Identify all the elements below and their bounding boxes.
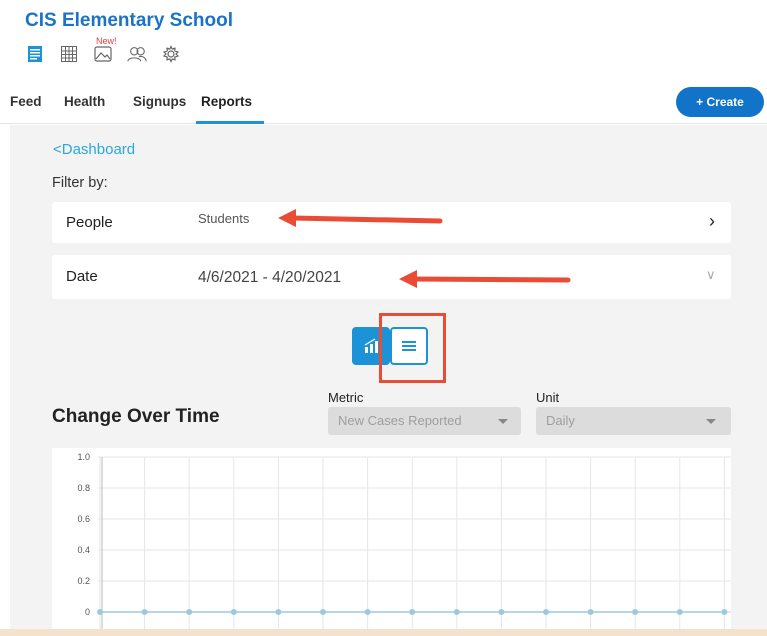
y-tick-label: 0 [85,607,90,617]
tab-signups[interactable]: Signups [133,94,186,109]
data-point[interactable] [587,609,594,615]
school-name[interactable]: CIS Elementary School [25,10,233,32]
top-header: CIS Elementary School New! [0,0,767,86]
people-filter-value: Students [198,211,250,226]
reports-content: <Dashboard Filter by: People Students › … [10,125,767,636]
tab-feed[interactable]: Feed [10,94,42,109]
y-tick-label: 0.2 [77,576,90,586]
y-tick-label: 0.8 [77,483,90,493]
active-tab-indicator [196,121,264,124]
image-icon[interactable] [93,44,113,64]
filter-label: Filter by: [52,175,108,191]
calendar-grid-icon[interactable] [59,44,79,64]
data-point[interactable] [676,609,683,615]
chart-canvas: 1.0 0.8 0.6 0.4 0.2 0 [77,452,731,636]
unit-select-value: Daily [546,413,575,428]
date-filter-label: Date [66,268,98,285]
caret-down-icon [706,419,716,424]
date-filter-value: 4/6/2021 - 4/20/2021 [198,269,342,286]
bar-chart-icon [364,338,378,353]
data-point[interactable] [498,609,505,615]
data-point[interactable] [721,609,728,615]
unit-select[interactable]: Daily [536,407,731,435]
y-tick-label: 0.6 [77,514,90,524]
date-filter[interactable]: Date 4/6/2021 - 4/20/2021 ∨ [52,255,731,299]
data-point[interactable] [141,609,148,615]
metric-label: Metric [328,390,364,405]
people-filter[interactable]: People Students › [52,202,731,243]
chevron-down-icon[interactable]: ∨ [706,267,716,283]
newspaper-icon[interactable] [25,44,45,64]
data-point[interactable] [186,609,193,615]
data-point[interactable] [632,609,639,615]
people-icon[interactable] [127,44,147,64]
data-point[interactable] [230,609,237,615]
chevron-right-icon[interactable]: › [709,211,715,232]
metric-select-value: New Cases Reported [338,413,462,428]
data-point[interactable] [453,609,460,615]
data-point[interactable] [409,609,416,615]
metric-select[interactable]: New Cases Reported [328,407,521,435]
caret-down-icon [498,419,508,424]
data-point[interactable] [364,609,371,615]
data-point[interactable] [320,609,326,615]
tab-health[interactable]: Health [64,94,105,109]
change-over-time-chart: 1.0 0.8 0.6 0.4 0.2 0 [52,448,731,636]
annotation-highlight-box [379,313,446,383]
unit-label: Unit [536,390,560,405]
tab-bar: Feed Health Signups Reports [0,86,767,124]
people-filter-label: People [66,214,113,231]
data-point[interactable] [97,609,103,615]
y-tick-label: 0.4 [77,545,90,555]
data-point[interactable] [543,609,549,615]
top-icon-row [25,44,195,66]
gear-icon[interactable] [161,44,181,64]
bottom-strip [0,629,767,636]
tab-reports[interactable]: Reports [201,94,252,109]
section-title: Change Over Time [52,406,220,427]
dashboard-back-link[interactable]: <Dashboard [53,141,135,158]
data-point[interactable] [275,609,282,615]
create-button[interactable]: + Create [676,87,764,117]
y-tick-label: 1.0 [77,452,90,462]
